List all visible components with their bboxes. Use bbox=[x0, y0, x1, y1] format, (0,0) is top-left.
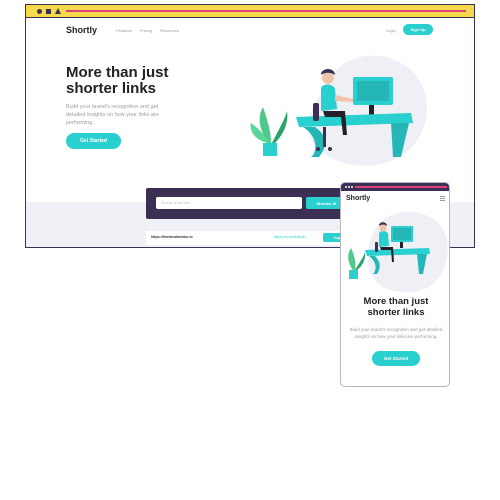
mobile-titlebar-line bbox=[355, 186, 447, 188]
mobile-get-started-button[interactable]: Get Started bbox=[372, 351, 420, 366]
mobile-dot-icon bbox=[348, 186, 350, 188]
hero-subtitle: Build your brand's recognition and get d… bbox=[66, 104, 159, 126]
nav-item-pricing[interactable]: Pricing bbox=[140, 28, 152, 33]
original-link: https://frontendmentor.io bbox=[151, 235, 193, 239]
login-link[interactable]: Login bbox=[386, 28, 396, 33]
hamburger-icon[interactable] bbox=[440, 196, 445, 202]
mobile-window: Shortly More than just shorter links Bui… bbox=[340, 182, 450, 387]
square-icon bbox=[46, 9, 51, 14]
mobile-titlebar bbox=[341, 183, 449, 191]
hero-title: More than just shorter links bbox=[66, 64, 169, 97]
logo[interactable]: Shortly bbox=[66, 25, 97, 35]
circle-icon bbox=[37, 9, 42, 14]
main-nav: Features Pricing Resources bbox=[116, 28, 179, 33]
shorten-input[interactable]: Shorten a link here... bbox=[156, 197, 302, 209]
mobile-hero-title: More than just shorter links bbox=[363, 296, 429, 318]
mobile-dot-icon bbox=[351, 186, 353, 188]
get-started-button[interactable]: Get Started bbox=[66, 133, 121, 149]
mobile-dot-icon bbox=[345, 186, 347, 188]
mobile-hero-subtitle: Build your brand's recognition and get d… bbox=[349, 327, 443, 339]
shortened-link-row: https://frontendmentor.io https://rel.in… bbox=[146, 231, 356, 245]
window-titlebar bbox=[26, 5, 474, 18]
nav-item-features[interactable]: Features bbox=[116, 28, 132, 33]
shorten-form: Shorten a link here... Shorten It! bbox=[146, 188, 356, 219]
mobile-hero-illustration bbox=[348, 211, 448, 293]
short-link[interactable]: https://rel.ink/k4lKyk bbox=[274, 235, 305, 239]
mobile-logo[interactable]: Shortly bbox=[346, 195, 370, 202]
titlebar-line bbox=[66, 10, 466, 12]
hero-illustration bbox=[250, 55, 428, 166]
triangle-icon bbox=[55, 8, 61, 14]
signup-button[interactable]: Sign Up bbox=[403, 24, 433, 35]
nav-item-resources[interactable]: Resources bbox=[160, 28, 179, 33]
